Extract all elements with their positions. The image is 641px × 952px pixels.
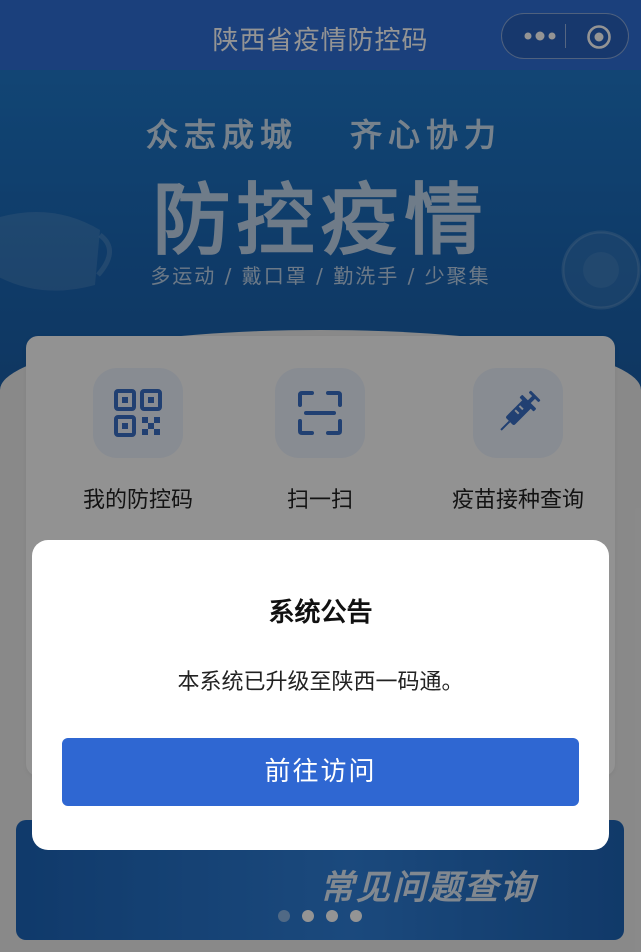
dialog-message: 本系统已升级至陕西一码通。: [177, 670, 464, 695]
go-visit-button[interactable]: 前往访问: [62, 738, 579, 806]
announcement-dialog: 系统公告 本系统已升级至陕西一码通。 前往访问: [32, 540, 609, 850]
dialog-title: 系统公告: [268, 598, 373, 628]
